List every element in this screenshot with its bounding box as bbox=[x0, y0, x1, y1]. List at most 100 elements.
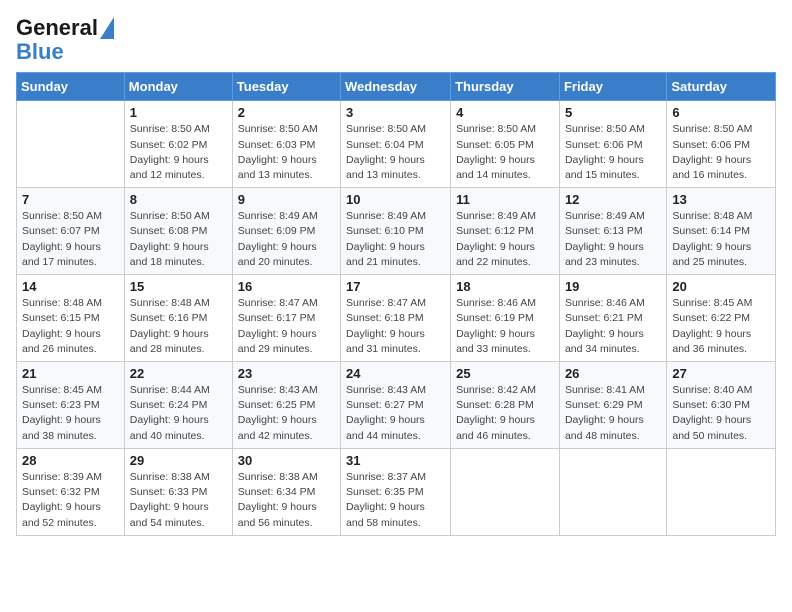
day-info: Sunrise: 8:48 AM Sunset: 6:14 PM Dayligh… bbox=[672, 209, 770, 270]
calendar-cell: 29 Sunrise: 8:38 AM Sunset: 6:33 PM Dayli… bbox=[124, 448, 232, 535]
calendar-week-2: 7 Sunrise: 8:50 AM Sunset: 6:07 PM Daylig… bbox=[17, 188, 776, 275]
day-info: Sunrise: 8:50 AM Sunset: 6:03 PM Dayligh… bbox=[238, 122, 335, 183]
day-number: 27 bbox=[672, 366, 770, 381]
logo-triangle-icon bbox=[100, 17, 114, 39]
calendar-cell: 24 Sunrise: 8:43 AM Sunset: 6:27 PM Dayli… bbox=[341, 362, 451, 449]
day-info: Sunrise: 8:50 AM Sunset: 6:02 PM Dayligh… bbox=[130, 122, 227, 183]
day-number: 11 bbox=[456, 192, 554, 207]
calendar-cell: 3 Sunrise: 8:50 AM Sunset: 6:04 PM Daylig… bbox=[341, 101, 451, 188]
day-number: 4 bbox=[456, 105, 554, 120]
calendar-cell: 7 Sunrise: 8:50 AM Sunset: 6:07 PM Daylig… bbox=[17, 188, 125, 275]
day-info: Sunrise: 8:47 AM Sunset: 6:17 PM Dayligh… bbox=[238, 296, 335, 357]
day-number: 3 bbox=[346, 105, 445, 120]
logo-text-line2: Blue bbox=[16, 40, 64, 64]
day-info: Sunrise: 8:50 AM Sunset: 6:07 PM Dayligh… bbox=[22, 209, 119, 270]
day-info: Sunrise: 8:46 AM Sunset: 6:19 PM Dayligh… bbox=[456, 296, 554, 357]
day-number: 2 bbox=[238, 105, 335, 120]
day-info: Sunrise: 8:45 AM Sunset: 6:23 PM Dayligh… bbox=[22, 383, 119, 444]
day-info: Sunrise: 8:37 AM Sunset: 6:35 PM Dayligh… bbox=[346, 470, 445, 531]
calendar-week-4: 21 Sunrise: 8:45 AM Sunset: 6:23 PM Dayli… bbox=[17, 362, 776, 449]
logo-text-line1: General bbox=[16, 16, 98, 40]
day-number: 19 bbox=[565, 279, 661, 294]
calendar-cell: 22Sunrise: 8:44 AM Sunset: 6:24 PM Dayli… bbox=[124, 362, 232, 449]
calendar-cell: 5 Sunrise: 8:50 AM Sunset: 6:06 PM Daylig… bbox=[559, 101, 666, 188]
day-info: Sunrise: 8:48 AM Sunset: 6:16 PM Dayligh… bbox=[130, 296, 227, 357]
day-number: 22 bbox=[130, 366, 227, 381]
day-number: 9 bbox=[238, 192, 335, 207]
day-number: 1 bbox=[130, 105, 227, 120]
day-info: Sunrise: 8:50 AM Sunset: 6:08 PM Dayligh… bbox=[130, 209, 227, 270]
day-number: 28 bbox=[22, 453, 119, 468]
calendar-cell: 23 Sunrise: 8:43 AM Sunset: 6:25 PM Dayli… bbox=[232, 362, 340, 449]
day-number: 13 bbox=[672, 192, 770, 207]
calendar-cell bbox=[667, 448, 776, 535]
day-number: 14 bbox=[22, 279, 119, 294]
day-info: Sunrise: 8:39 AM Sunset: 6:32 PM Dayligh… bbox=[22, 470, 119, 531]
logo: General Blue bbox=[16, 16, 114, 64]
calendar-cell: 2 Sunrise: 8:50 AM Sunset: 6:03 PM Daylig… bbox=[232, 101, 340, 188]
header-day-monday: Monday bbox=[124, 73, 232, 101]
day-info: Sunrise: 8:50 AM Sunset: 6:05 PM Dayligh… bbox=[456, 122, 554, 183]
day-number: 12 bbox=[565, 192, 661, 207]
header-day-tuesday: Tuesday bbox=[232, 73, 340, 101]
day-number: 16 bbox=[238, 279, 335, 294]
day-info: Sunrise: 8:49 AM Sunset: 6:12 PM Dayligh… bbox=[456, 209, 554, 270]
calendar-cell: 12 Sunrise: 8:49 AM Sunset: 6:13 PM Dayli… bbox=[559, 188, 666, 275]
calendar-header-row: SundayMondayTuesdayWednesdayThursdayFrid… bbox=[17, 73, 776, 101]
calendar-cell bbox=[451, 448, 560, 535]
day-number: 23 bbox=[238, 366, 335, 381]
day-info: Sunrise: 8:49 AM Sunset: 6:09 PM Dayligh… bbox=[238, 209, 335, 270]
header-day-saturday: Saturday bbox=[667, 73, 776, 101]
day-number: 17 bbox=[346, 279, 445, 294]
calendar-cell: 19 Sunrise: 8:46 AM Sunset: 6:21 PM Dayli… bbox=[559, 275, 666, 362]
day-number: 8 bbox=[130, 192, 227, 207]
day-info: Sunrise: 8:40 AM Sunset: 6:30 PM Dayligh… bbox=[672, 383, 770, 444]
header-day-friday: Friday bbox=[559, 73, 666, 101]
page-header: General Blue bbox=[16, 16, 776, 64]
day-info: Sunrise: 8:43 AM Sunset: 6:27 PM Dayligh… bbox=[346, 383, 445, 444]
calendar-cell: 20 Sunrise: 8:45 AM Sunset: 6:22 PM Dayli… bbox=[667, 275, 776, 362]
day-info: Sunrise: 8:48 AM Sunset: 6:15 PM Dayligh… bbox=[22, 296, 119, 357]
calendar-week-1: 1 Sunrise: 8:50 AM Sunset: 6:02 PM Daylig… bbox=[17, 101, 776, 188]
calendar-cell: 31Sunrise: 8:37 AM Sunset: 6:35 PM Dayli… bbox=[341, 448, 451, 535]
day-info: Sunrise: 8:43 AM Sunset: 6:25 PM Dayligh… bbox=[238, 383, 335, 444]
header-day-sunday: Sunday bbox=[17, 73, 125, 101]
day-info: Sunrise: 8:50 AM Sunset: 6:04 PM Dayligh… bbox=[346, 122, 445, 183]
calendar-cell: 11 Sunrise: 8:49 AM Sunset: 6:12 PM Dayli… bbox=[451, 188, 560, 275]
day-number: 5 bbox=[565, 105, 661, 120]
day-number: 29 bbox=[130, 453, 227, 468]
calendar-cell: 9 Sunrise: 8:49 AM Sunset: 6:09 PM Daylig… bbox=[232, 188, 340, 275]
calendar-cell: 27 Sunrise: 8:40 AM Sunset: 6:30 PM Dayli… bbox=[667, 362, 776, 449]
day-info: Sunrise: 8:42 AM Sunset: 6:28 PM Dayligh… bbox=[456, 383, 554, 444]
day-info: Sunrise: 8:49 AM Sunset: 6:13 PM Dayligh… bbox=[565, 209, 661, 270]
calendar-cell: 1 Sunrise: 8:50 AM Sunset: 6:02 PM Daylig… bbox=[124, 101, 232, 188]
day-info: Sunrise: 8:49 AM Sunset: 6:10 PM Dayligh… bbox=[346, 209, 445, 270]
day-info: Sunrise: 8:45 AM Sunset: 6:22 PM Dayligh… bbox=[672, 296, 770, 357]
day-number: 6 bbox=[672, 105, 770, 120]
day-number: 26 bbox=[565, 366, 661, 381]
day-number: 7 bbox=[22, 192, 119, 207]
day-number: 10 bbox=[346, 192, 445, 207]
calendar-week-3: 14 Sunrise: 8:48 AM Sunset: 6:15 PM Dayli… bbox=[17, 275, 776, 362]
calendar-cell: 18 Sunrise: 8:46 AM Sunset: 6:19 PM Dayli… bbox=[451, 275, 560, 362]
day-info: Sunrise: 8:46 AM Sunset: 6:21 PM Dayligh… bbox=[565, 296, 661, 357]
calendar-cell: 25Sunrise: 8:42 AM Sunset: 6:28 PM Dayli… bbox=[451, 362, 560, 449]
day-number: 30 bbox=[238, 453, 335, 468]
calendar-cell: 10 Sunrise: 8:49 AM Sunset: 6:10 PM Dayli… bbox=[341, 188, 451, 275]
day-info: Sunrise: 8:50 AM Sunset: 6:06 PM Dayligh… bbox=[672, 122, 770, 183]
day-number: 18 bbox=[456, 279, 554, 294]
header-day-wednesday: Wednesday bbox=[341, 73, 451, 101]
calendar-cell: 14 Sunrise: 8:48 AM Sunset: 6:15 PM Dayli… bbox=[17, 275, 125, 362]
day-info: Sunrise: 8:50 AM Sunset: 6:06 PM Dayligh… bbox=[565, 122, 661, 183]
calendar-table: SundayMondayTuesdayWednesdayThursdayFrid… bbox=[16, 72, 776, 535]
day-number: 24 bbox=[346, 366, 445, 381]
calendar-cell: 26Sunrise: 8:41 AM Sunset: 6:29 PM Dayli… bbox=[559, 362, 666, 449]
day-number: 21 bbox=[22, 366, 119, 381]
calendar-cell: 17Sunrise: 8:47 AM Sunset: 6:18 PM Dayli… bbox=[341, 275, 451, 362]
calendar-cell bbox=[559, 448, 666, 535]
day-info: Sunrise: 8:38 AM Sunset: 6:33 PM Dayligh… bbox=[130, 470, 227, 531]
calendar-cell: 21 Sunrise: 8:45 AM Sunset: 6:23 PM Dayli… bbox=[17, 362, 125, 449]
calendar-cell: 6 Sunrise: 8:50 AM Sunset: 6:06 PM Daylig… bbox=[667, 101, 776, 188]
calendar-cell: 30Sunrise: 8:38 AM Sunset: 6:34 PM Dayli… bbox=[232, 448, 340, 535]
day-number: 20 bbox=[672, 279, 770, 294]
